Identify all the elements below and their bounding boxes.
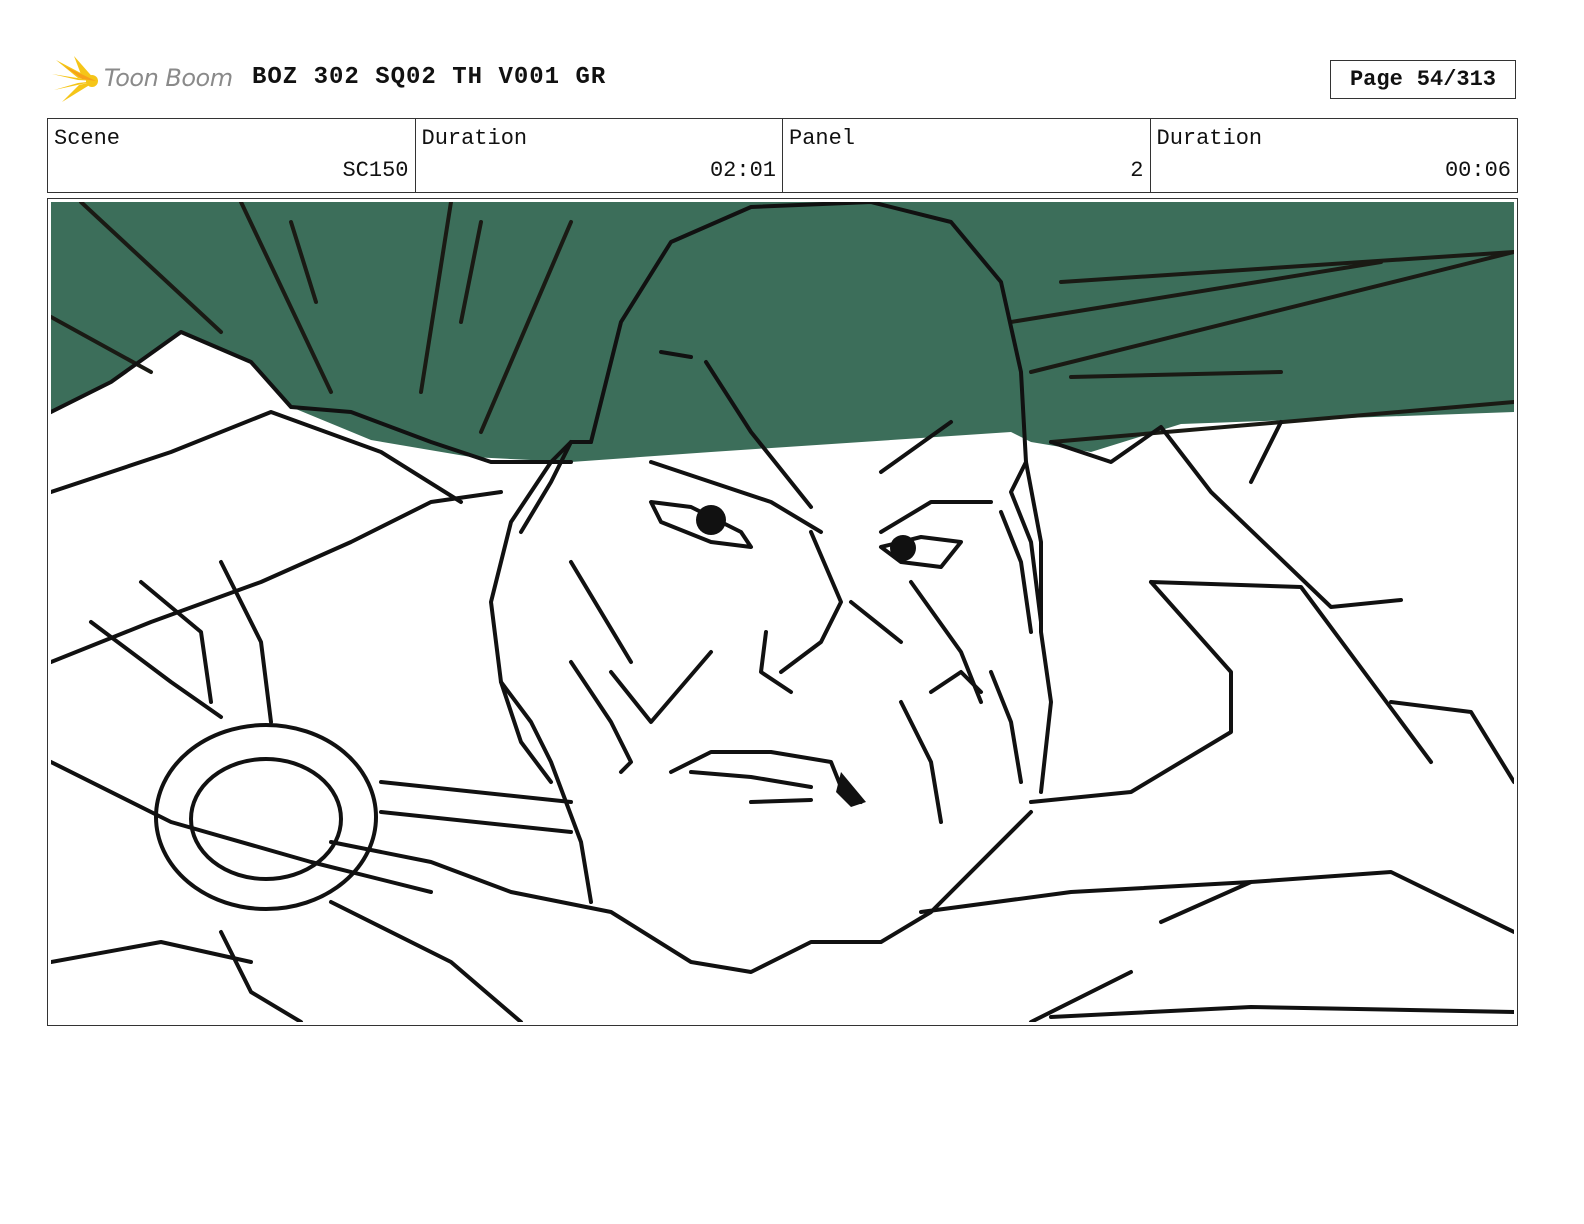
brand-name: Toon Boom bbox=[104, 64, 233, 92]
scene-info-table: Scene SC150 Duration 02:01 Panel 2 Durat… bbox=[47, 118, 1518, 193]
page-label: Page bbox=[1349, 67, 1403, 92]
panel-label: Panel bbox=[789, 126, 856, 151]
document-title: BOZ 302 SQ02 TH V001 GR bbox=[252, 64, 607, 91]
scene-cell: Scene SC150 bbox=[48, 119, 416, 192]
panel-cell: Panel 2 bbox=[783, 119, 1151, 192]
right-eye-pupil bbox=[890, 535, 916, 561]
page-indicator: Page 54/313 bbox=[1330, 60, 1516, 99]
scene-duration-label: Duration bbox=[421, 126, 528, 151]
flare-icon bbox=[52, 56, 98, 102]
scene-label: Scene bbox=[54, 126, 121, 151]
panel-duration-label: Duration bbox=[1156, 126, 1263, 151]
panel-value: 2 bbox=[1130, 158, 1144, 183]
panel-duration-cell: Duration 00:06 bbox=[1151, 119, 1518, 192]
panel-duration-value: 00:06 bbox=[1444, 158, 1511, 183]
scene-duration-cell: Duration 02:01 bbox=[416, 119, 783, 192]
storyboard-panel bbox=[47, 198, 1518, 1026]
page-number: 54/313 bbox=[1416, 67, 1497, 92]
toon-boom-logo: Toon Boom bbox=[52, 56, 238, 106]
scene-duration-value: 02:01 bbox=[709, 158, 776, 183]
scene-value: SC150 bbox=[342, 158, 409, 183]
left-eye-pupil bbox=[696, 505, 726, 535]
panel-sketch bbox=[51, 202, 1514, 1022]
